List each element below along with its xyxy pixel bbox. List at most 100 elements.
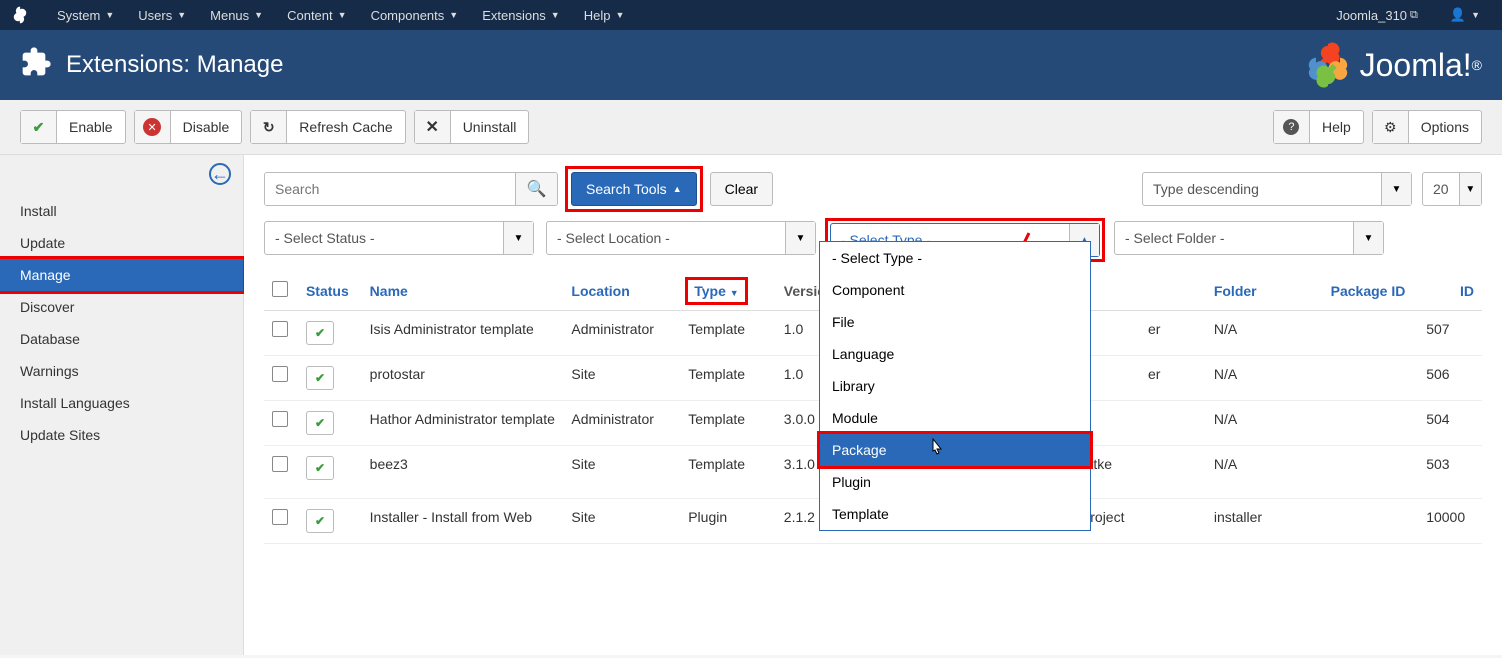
status-toggle[interactable]: ✔	[306, 509, 334, 533]
search-input[interactable]	[265, 173, 515, 205]
nav-extensions[interactable]: Extensions▼	[470, 8, 572, 23]
dd-item-component[interactable]: Component	[820, 274, 1090, 306]
row-checkbox[interactable]	[272, 509, 288, 525]
options-button[interactable]: ⚙ Options	[1372, 110, 1482, 144]
nav-system[interactable]: System▼	[45, 8, 126, 23]
cursor-icon	[928, 438, 946, 461]
user-menu[interactable]: 👤▼	[1438, 7, 1492, 23]
main-area: ← Install Update Manage Discover Databas…	[0, 155, 1502, 655]
cell-folder: N/A	[1206, 356, 1323, 401]
col-folder[interactable]: Folder	[1206, 271, 1323, 311]
page-header: Extensions: Manage Joomla!®	[0, 30, 1502, 100]
dd-item-package[interactable]: Package	[820, 434, 1090, 466]
refresh-icon: ↻	[263, 119, 275, 136]
folder-select[interactable]: - Select Folder - ▼	[1114, 221, 1384, 255]
sidebar-item-install-languages[interactable]: Install Languages	[0, 387, 243, 419]
help-icon: ?	[1283, 119, 1299, 135]
cell-folder: N/A	[1206, 401, 1323, 446]
status-toggle[interactable]: ✔	[306, 366, 334, 390]
dd-item-select[interactable]: - Select Type -	[820, 242, 1090, 274]
check-icon: ✔	[315, 416, 325, 430]
search-button[interactable]: 🔍	[515, 173, 557, 205]
cell-id: 507	[1418, 311, 1482, 356]
col-pkgid[interactable]: Package ID	[1323, 271, 1419, 311]
cell-pkgid	[1323, 401, 1419, 446]
cell-type: Template	[680, 356, 776, 401]
enable-button[interactable]: ✔ Enable	[20, 110, 126, 144]
sort-select[interactable]: Type descending ▼	[1142, 172, 1412, 206]
caret-down-icon: ▼	[615, 10, 624, 20]
row-checkbox[interactable]	[272, 411, 288, 427]
top-navbar: System▼ Users▼ Menus▼ Content▼ Component…	[0, 0, 1502, 30]
check-icon: ✔	[315, 461, 325, 475]
dd-item-language[interactable]: Language	[820, 338, 1090, 370]
select-all-checkbox[interactable]	[272, 281, 288, 297]
gear-icon: ⚙	[1384, 119, 1397, 136]
sidebar-item-update-sites[interactable]: Update Sites	[0, 419, 243, 451]
dd-item-library[interactable]: Library	[820, 370, 1090, 402]
cell-folder: N/A	[1206, 446, 1323, 499]
search-icon: 🔍	[527, 179, 547, 199]
disable-button[interactable]: ✕ Disable	[134, 110, 243, 144]
caret-down-icon: ▼	[177, 10, 186, 20]
dd-item-template[interactable]: Template	[820, 498, 1090, 530]
sidebar-item-manage[interactable]: Manage	[0, 259, 243, 291]
search-box: 🔍	[264, 172, 558, 206]
cell-id: 503	[1418, 446, 1482, 499]
col-status[interactable]: Status	[298, 271, 362, 311]
nav-users[interactable]: Users▼	[126, 8, 198, 23]
col-type[interactable]: Type ▼	[680, 271, 776, 311]
search-tools-button[interactable]: Search Tools▲	[571, 172, 697, 206]
joomla-logo: Joomla!®	[1304, 41, 1482, 89]
row-checkbox[interactable]	[272, 321, 288, 337]
cell-name: protostar	[362, 356, 564, 401]
help-button[interactable]: ? Help	[1273, 110, 1364, 144]
cell-type: Template	[680, 401, 776, 446]
nav-menus[interactable]: Menus▼	[198, 8, 275, 23]
nav-content[interactable]: Content▼	[275, 8, 358, 23]
sidebar-item-update[interactable]: Update	[0, 227, 243, 259]
toolbar: ✔ Enable ✕ Disable ↻ Refresh Cache ✕ Uni…	[0, 100, 1502, 155]
collapse-sidebar-button[interactable]: ←	[209, 163, 231, 185]
dd-item-plugin[interactable]: Plugin	[820, 466, 1090, 498]
close-circle-icon: ✕	[143, 118, 161, 136]
joomla-icon-small	[10, 5, 30, 25]
col-name[interactable]: Name	[362, 271, 564, 311]
content-area: 🔍 Search Tools▲ Clear Type descending ▼ …	[244, 155, 1502, 655]
caret-down-icon: ▼	[105, 10, 114, 20]
status-toggle[interactable]: ✔	[306, 411, 334, 435]
status-toggle[interactable]: ✔	[306, 321, 334, 345]
row-checkbox[interactable]	[272, 366, 288, 382]
sidebar-item-discover[interactable]: Discover	[0, 291, 243, 323]
uninstall-button[interactable]: ✕ Uninstall	[414, 110, 530, 144]
status-toggle[interactable]: ✔	[306, 456, 334, 480]
location-select[interactable]: - Select Location - ▼	[546, 221, 816, 255]
col-id[interactable]: ID	[1418, 271, 1482, 311]
dd-item-module[interactable]: Module	[820, 402, 1090, 434]
sidebar-list: Install Update Manage Discover Database …	[0, 161, 243, 451]
refresh-cache-button[interactable]: ↻ Refresh Cache	[250, 110, 405, 144]
row-checkbox[interactable]	[272, 456, 288, 472]
cell-type: Plugin	[680, 499, 776, 544]
check-icon: ✔	[315, 371, 325, 385]
cell-id: 10000	[1418, 499, 1482, 544]
dd-item-file[interactable]: File	[820, 306, 1090, 338]
sidebar-item-install[interactable]: Install	[0, 195, 243, 227]
caret-down-icon: ▼	[254, 10, 263, 20]
caret-down-icon: ▼	[551, 10, 560, 20]
check-icon: ✔	[315, 326, 325, 340]
caret-down-icon: ▼	[338, 10, 347, 20]
cell-pkgid	[1323, 356, 1419, 401]
cell-location: Site	[563, 499, 680, 544]
sidebar-item-database[interactable]: Database	[0, 323, 243, 355]
sidebar-item-warnings[interactable]: Warnings	[0, 355, 243, 387]
status-select[interactable]: - Select Status - ▼	[264, 221, 534, 255]
caret-down-icon: ▼	[785, 222, 815, 254]
col-location[interactable]: Location	[563, 271, 680, 311]
cell-folder: N/A	[1206, 311, 1323, 356]
nav-components[interactable]: Components▼	[359, 8, 471, 23]
site-link[interactable]: Joomla_310⧉	[1324, 8, 1430, 23]
nav-help[interactable]: Help▼	[572, 8, 637, 23]
limit-select[interactable]: 20 ▼	[1422, 172, 1482, 206]
clear-button[interactable]: Clear	[710, 172, 773, 206]
